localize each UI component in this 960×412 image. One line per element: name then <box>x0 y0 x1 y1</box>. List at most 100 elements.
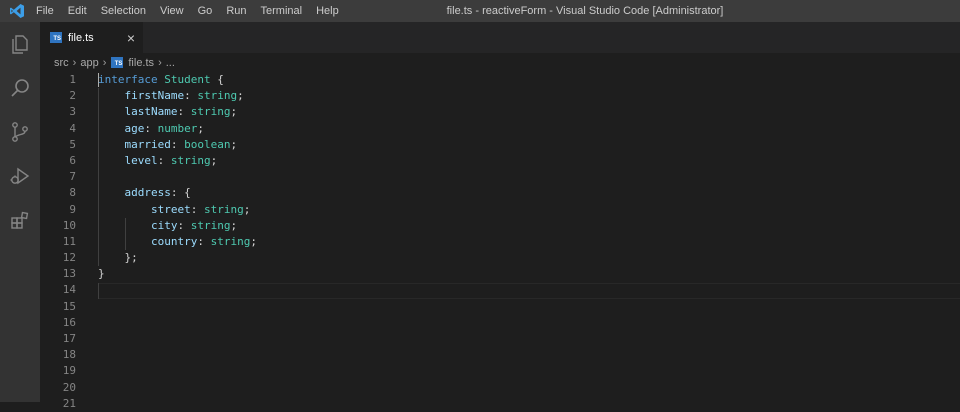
vscode-logo-icon[interactable] <box>0 0 34 22</box>
type-token: string <box>170 153 211 167</box>
typescript-file-icon: TS <box>50 32 62 43</box>
menu-item-help[interactable]: Help <box>309 0 346 22</box>
line-number: 9 <box>69 202 76 216</box>
line-number: 20 <box>62 380 76 394</box>
punctuation-token <box>98 154 125 167</box>
punctuation-token <box>98 138 125 151</box>
chevron-right-icon: › <box>102 56 107 69</box>
code-line[interactable]: }; <box>98 250 257 266</box>
type-token: boolean <box>184 137 231 151</box>
menu-item-edit[interactable]: Edit <box>61 0 94 22</box>
code-line[interactable]: address: { <box>98 185 257 201</box>
tab-file-ts[interactable]: TS file.ts × <box>40 22 143 53</box>
property-token: married <box>124 137 171 151</box>
code-line[interactable]: } <box>98 266 257 282</box>
property-token: address <box>124 186 171 200</box>
line-number: 4 <box>69 121 76 135</box>
chevron-right-icon: › <box>72 56 77 69</box>
line-number: 10 <box>62 218 76 232</box>
property-token: city <box>150 218 178 232</box>
punctuation-token: : <box>144 121 158 135</box>
breadcrumb-item-app[interactable]: app <box>80 57 98 69</box>
indent-guide <box>98 282 99 299</box>
line-number: 7 <box>69 170 76 184</box>
punctuation-token: ; <box>250 234 257 248</box>
line-number-gutter: 1 2 3 4 5 6 7 8 9 10 11 12 13 14 15 16 17 18 19 20 21 <box>40 72 76 412</box>
code-line[interactable]: age: number; <box>98 121 257 137</box>
menu-bar: File Edit Selection View Go Run Terminal Help <box>34 0 346 22</box>
code-line[interactable]: firstName: string; <box>98 88 257 104</box>
menu-item-terminal[interactable]: Terminal <box>254 0 310 22</box>
property-token: age <box>124 121 145 135</box>
line-number: 8 <box>69 186 76 200</box>
punctuation-token <box>98 105 125 118</box>
line-number: 1 <box>69 73 76 86</box>
property-token: level <box>124 153 158 167</box>
line-number: 21 <box>62 396 76 410</box>
code-editor[interactable]: 1 2 3 4 5 6 7 8 9 10 11 12 13 14 15 16 17 18 19 20 21 interf… <box>40 72 960 410</box>
code-line[interactable]: country: string; <box>98 234 257 250</box>
breadcrumb-item-more[interactable]: ... <box>166 57 175 69</box>
breadcrumb-item-file[interactable]: file.ts <box>128 57 154 69</box>
punctuation-token: : <box>157 153 171 167</box>
line-number: 12 <box>62 251 76 265</box>
menu-item-selection[interactable]: Selection <box>94 0 153 22</box>
code-line[interactable]: city: string; <box>98 218 257 234</box>
close-icon[interactable]: × <box>127 31 135 45</box>
breadcrumb-item-src[interactable]: src <box>54 57 69 69</box>
punctuation-token: } <box>98 267 105 281</box>
punctuation-token <box>98 122 125 135</box>
code-line[interactable]: street: string; <box>98 202 257 218</box>
property-token: lastName <box>124 105 178 119</box>
window-title-text: file.ts - reactiveForm - Visual Studio C… <box>446 5 724 17</box>
menu-item-go[interactable]: Go <box>191 0 220 22</box>
code-line[interactable]: level: string; <box>98 153 257 169</box>
line-number: 2 <box>69 89 76 103</box>
punctuation-token <box>98 186 125 199</box>
punctuation-token: ; <box>243 202 251 216</box>
punctuation-token: : <box>177 218 191 232</box>
line-number: 11 <box>62 234 76 248</box>
extensions-icon[interactable] <box>0 198 40 242</box>
punctuation-token <box>98 203 151 216</box>
punctuation-token: ; <box>237 89 244 103</box>
punctuation-token: : <box>177 105 191 119</box>
run-debug-icon[interactable] <box>0 154 40 198</box>
punctuation-token: ; <box>230 137 238 151</box>
punctuation-token <box>98 219 151 232</box>
source-control-icon[interactable] <box>0 110 40 154</box>
code-line[interactable]: lastName: string; <box>98 104 257 120</box>
keyword-token: interface <box>98 73 158 86</box>
line-number: 14 <box>62 283 76 297</box>
code-line[interactable]: married: boolean; <box>98 137 257 153</box>
title-bar: File Edit Selection View Go Run Terminal Help f… <box>0 0 960 22</box>
menu-item-file[interactable]: File <box>34 0 61 22</box>
current-line-highlight <box>98 282 960 299</box>
punctuation-token: ; <box>230 105 238 119</box>
explorer-icon[interactable] <box>0 22 40 66</box>
punctuation-token: ; <box>210 153 218 167</box>
type-token: Student <box>164 73 211 86</box>
type-token: string <box>210 234 251 248</box>
punctuation-token: : <box>190 202 204 216</box>
code-lines[interactable]: interface Student { firstName: string; l… <box>98 72 257 282</box>
line-number: 19 <box>62 364 76 378</box>
type-token: string <box>197 89 238 103</box>
chevron-right-icon: › <box>158 56 162 69</box>
property-token: country <box>150 234 198 248</box>
punctuation-token: ; <box>197 121 204 135</box>
code-line[interactable]: interface Student { <box>98 72 257 88</box>
punctuation-token: { <box>210 73 224 86</box>
menu-item-run[interactable]: Run <box>219 0 253 22</box>
typescript-file-icon: TS <box>111 57 124 68</box>
menu-item-view[interactable]: View <box>153 0 191 22</box>
line-number: 6 <box>69 153 76 167</box>
type-token: string <box>190 105 231 119</box>
line-number: 17 <box>62 332 76 345</box>
search-icon[interactable] <box>0 66 40 110</box>
punctuation-token <box>98 89 125 102</box>
punctuation-token: : { <box>170 186 191 200</box>
punctuation-token: : <box>170 137 185 151</box>
line-number: 16 <box>62 315 76 329</box>
code-line[interactable] <box>98 169 257 185</box>
